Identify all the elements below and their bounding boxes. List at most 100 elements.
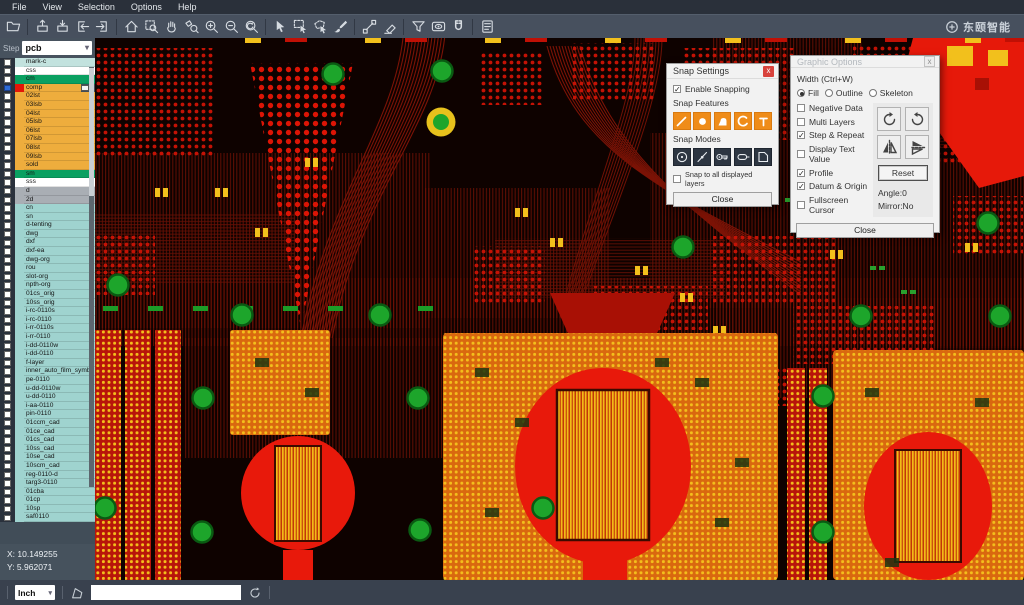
select-window-button[interactable] bbox=[290, 17, 310, 37]
layer-row[interactable]: i-rc-0110s bbox=[0, 307, 95, 316]
layer-row[interactable]: reg-0110-d bbox=[0, 471, 95, 480]
layer-row[interactable]: slot-org bbox=[0, 273, 95, 282]
snap-all-layers-option[interactable]: Snap to all displayed layers bbox=[673, 170, 772, 188]
layer-row[interactable]: 05lsb bbox=[0, 118, 95, 127]
import-job-button[interactable] bbox=[72, 17, 92, 37]
layer-checkbox[interactable] bbox=[4, 480, 11, 487]
layer-checkbox[interactable] bbox=[4, 334, 11, 341]
graphic-option[interactable]: Multi Layers bbox=[797, 117, 869, 127]
layer-row[interactable]: 10ss_orig bbox=[0, 299, 95, 308]
layer-scrollbar[interactable] bbox=[89, 67, 94, 487]
layer-checkbox[interactable] bbox=[4, 463, 11, 470]
zoom-in-button[interactable] bbox=[201, 17, 221, 37]
layer-checkbox[interactable] bbox=[4, 489, 11, 496]
graphic-option[interactable]: Profile bbox=[797, 168, 869, 178]
measure-button[interactable] bbox=[359, 17, 379, 37]
layer-row[interactable]: targ3-0110 bbox=[0, 479, 95, 488]
layer-checkbox[interactable] bbox=[4, 231, 11, 238]
width-mode-option[interactable]: Skeleton bbox=[869, 88, 913, 98]
layer-checkbox[interactable] bbox=[4, 325, 11, 332]
rotate-ccw-button[interactable] bbox=[905, 107, 929, 131]
layer-row[interactable]: rou bbox=[0, 264, 95, 273]
layer-row[interactable]: i-rc-0110 bbox=[0, 316, 95, 325]
layer-checkbox[interactable] bbox=[4, 136, 11, 143]
layer-row[interactable]: comp bbox=[0, 84, 95, 93]
layer-checkbox[interactable] bbox=[4, 154, 11, 161]
layer-checkbox[interactable] bbox=[4, 403, 11, 410]
snap-pad-button[interactable] bbox=[693, 112, 711, 130]
layer-checkbox[interactable] bbox=[4, 222, 11, 229]
command-input[interactable] bbox=[91, 585, 241, 600]
layer-row[interactable]: 04lst bbox=[0, 110, 95, 119]
layer-row[interactable]: dwg-org bbox=[0, 256, 95, 265]
layer-row[interactable]: css bbox=[0, 67, 95, 76]
select-polygon-button[interactable] bbox=[310, 17, 330, 37]
zoom-object-button[interactable] bbox=[181, 17, 201, 37]
highlight-brush-button[interactable] bbox=[330, 17, 350, 37]
layer-checkbox[interactable] bbox=[4, 300, 11, 307]
graphic-option[interactable]: Negative Data bbox=[797, 103, 869, 113]
layer-row[interactable]: 01cs_orig bbox=[0, 290, 95, 299]
layer-checkbox[interactable] bbox=[4, 437, 11, 444]
open-folder-button[interactable] bbox=[3, 17, 23, 37]
graphic-dialog-titlebar[interactable]: Graphic Options x bbox=[791, 56, 939, 68]
layer-checkbox[interactable] bbox=[4, 179, 11, 186]
layer-checkbox[interactable] bbox=[4, 360, 11, 367]
layer-row[interactable]: u-dd-0110 bbox=[0, 393, 95, 402]
width-mode-option[interactable]: Fill bbox=[797, 88, 819, 98]
layer-row[interactable]: sold bbox=[0, 161, 95, 170]
layer-row[interactable]: 10ss_cad bbox=[0, 445, 95, 454]
radio-button[interactable] bbox=[869, 89, 877, 97]
layer-checkbox[interactable] bbox=[4, 214, 11, 221]
menu-item[interactable]: Help bbox=[170, 0, 205, 14]
snap-key-button[interactable] bbox=[714, 148, 732, 166]
layer-checkbox[interactable] bbox=[4, 420, 11, 427]
layer-checkbox[interactable] bbox=[4, 497, 11, 504]
layer-checkbox[interactable] bbox=[4, 472, 11, 479]
layer-row[interactable]: sn bbox=[0, 213, 95, 222]
enable-snapping-option[interactable]: Enable Snapping bbox=[673, 84, 772, 94]
profile-page-icon[interactable] bbox=[70, 586, 84, 600]
layer-row[interactable]: npth-org bbox=[0, 281, 95, 290]
snap-dialog-titlebar[interactable]: Snap Settings x bbox=[667, 64, 778, 79]
layer-checkbox[interactable] bbox=[4, 257, 11, 264]
open-job-button[interactable] bbox=[32, 17, 52, 37]
step-select[interactable]: pcb ▾ bbox=[22, 41, 92, 55]
layer-checkbox[interactable] bbox=[4, 282, 11, 289]
layer-row[interactable]: 06lst bbox=[0, 127, 95, 136]
snap-surface-button[interactable] bbox=[714, 112, 732, 130]
layer-checkbox[interactable] bbox=[4, 515, 11, 522]
snap-closest-button[interactable] bbox=[693, 148, 711, 166]
layer-checkbox[interactable] bbox=[4, 506, 11, 513]
zoom-window-button[interactable] bbox=[141, 17, 161, 37]
graphic-option-checkbox[interactable] bbox=[797, 104, 805, 112]
radio-button[interactable] bbox=[797, 89, 805, 97]
layer-row[interactable]: f-layer bbox=[0, 359, 95, 368]
layer-checkbox[interactable] bbox=[4, 386, 11, 393]
snap-slot-button[interactable] bbox=[734, 148, 752, 166]
layer-row[interactable]: 01cs_cad bbox=[0, 436, 95, 445]
layer-checkbox[interactable] bbox=[4, 317, 11, 324]
layer-checkbox[interactable] bbox=[4, 429, 11, 436]
close-icon[interactable]: x bbox=[924, 56, 935, 67]
save-job-button[interactable] bbox=[52, 17, 72, 37]
layer-row[interactable]: u-dd-0110w bbox=[0, 385, 95, 394]
layer-checkbox[interactable] bbox=[4, 377, 11, 384]
layer-row[interactable]: dxf bbox=[0, 238, 95, 247]
menu-item[interactable]: File bbox=[4, 0, 35, 14]
layer-checkbox[interactable] bbox=[4, 248, 11, 255]
layer-row[interactable]: saf0110 bbox=[0, 513, 95, 522]
export-job-button[interactable] bbox=[92, 17, 112, 37]
layer-row[interactable]: 09lsb bbox=[0, 153, 95, 162]
layer-checkbox[interactable] bbox=[4, 351, 11, 358]
snap-arc-button[interactable] bbox=[734, 112, 752, 130]
layer-checkbox[interactable] bbox=[4, 454, 11, 461]
layer-row[interactable]: 01cba bbox=[0, 488, 95, 497]
layer-checkbox[interactable] bbox=[4, 102, 11, 109]
enable-snapping-checkbox[interactable] bbox=[673, 85, 681, 93]
home-button[interactable] bbox=[121, 17, 141, 37]
snap-text-button[interactable] bbox=[754, 112, 772, 130]
layer-row[interactable]: d-tenting bbox=[0, 221, 95, 230]
filter-button[interactable] bbox=[408, 17, 428, 37]
zoom-previous-button[interactable] bbox=[241, 17, 261, 37]
